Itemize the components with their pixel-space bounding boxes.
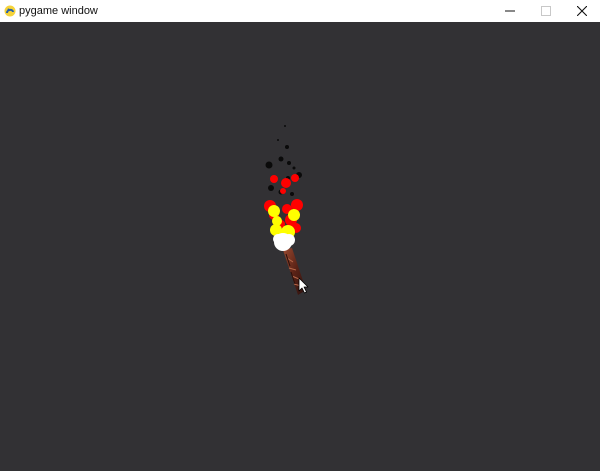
minimize-icon (505, 10, 515, 12)
window-controls (492, 0, 600, 22)
maximize-icon (541, 6, 551, 16)
close-icon (577, 6, 587, 16)
maximize-button[interactable] (528, 0, 564, 22)
close-button[interactable] (564, 0, 600, 22)
title-bar[interactable]: pygame window (0, 0, 600, 22)
pygame-window: pygame window (0, 0, 600, 471)
red-flame-particles (264, 174, 303, 233)
minimize-button[interactable] (492, 0, 528, 22)
window-title: pygame window (19, 5, 98, 17)
game-canvas[interactable] (0, 22, 600, 471)
torch-scene (264, 125, 309, 295)
pygame-snake-icon (4, 5, 16, 17)
